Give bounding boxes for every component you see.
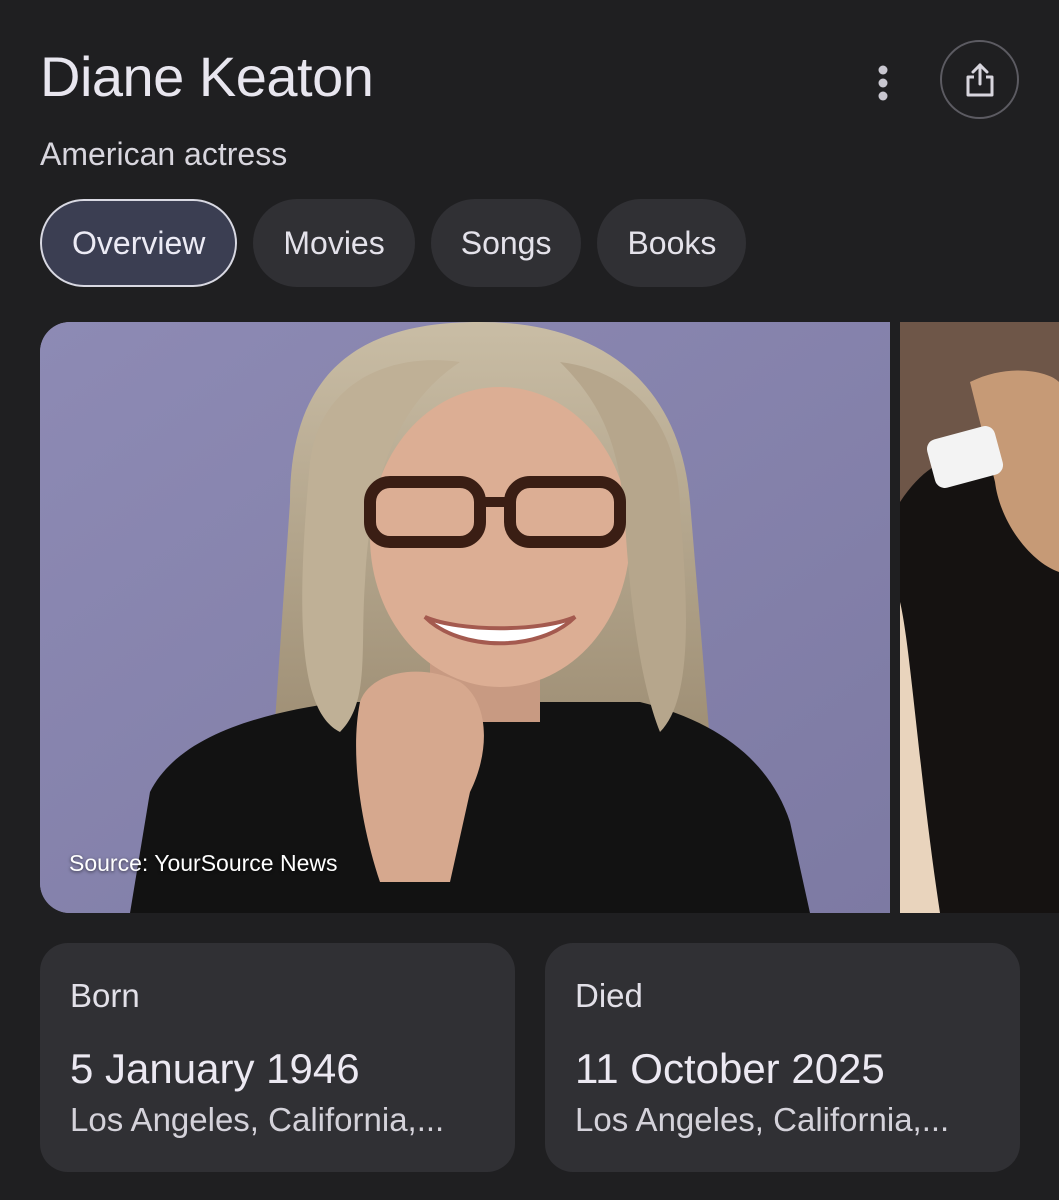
more-vert-icon [878,65,888,101]
died-date: 11 October 2025 [575,1045,885,1092]
tab-overview[interactable]: Overview [40,199,238,287]
died-label: Died [575,977,643,1014]
knowledge-panel: Diane Keaton American actress Overview M… [0,0,1059,1200]
tab-bar: Overview Movies Songs Books [40,199,747,287]
page-title: Diane Keaton [40,45,374,108]
share-button[interactable] [940,40,1019,119]
born-place: Los Angeles, California,... [70,1101,445,1138]
tab-books[interactable]: Books [597,199,747,287]
tab-songs[interactable]: Songs [430,199,582,287]
more-options-button[interactable] [858,58,908,108]
died-card[interactable]: Died 11 October 2025 Los Angeles, Califo… [545,943,1020,1172]
born-card[interactable]: Born 5 January 1946 Los Angeles, Califor… [40,943,515,1172]
image-source-caption: Source: YourSource News [69,850,338,876]
page-subtitle: American actress [40,136,288,172]
born-date: 5 January 1946 [70,1045,360,1092]
born-label: Born [70,977,140,1014]
share-icon [966,63,993,96]
portrait-illustration [40,322,890,913]
main-photo[interactable]: Source: YourSource News [40,322,890,913]
secondary-photo-illustration [900,322,1059,913]
secondary-photo[interactable] [900,322,1059,913]
tab-movies[interactable]: Movies [253,199,415,287]
died-place: Los Angeles, California,... [575,1101,950,1138]
